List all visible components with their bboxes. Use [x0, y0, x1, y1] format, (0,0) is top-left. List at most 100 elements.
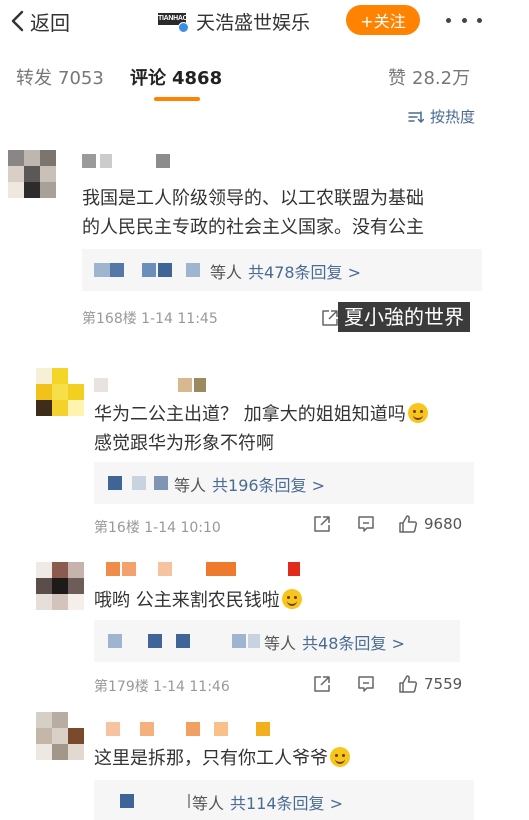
- follow-button[interactable]: +关注: [346, 5, 420, 35]
- username-masked[interactable]: [106, 722, 276, 736]
- comment-meta: 第179楼 1-14 11:46: [94, 679, 230, 695]
- share-icon: [314, 676, 330, 692]
- comment-text-span: 这里是拆那，只有你工人爷爷: [94, 748, 328, 769]
- like-icon: [399, 515, 418, 533]
- avatar[interactable]: [8, 150, 56, 198]
- like-button[interactable]: 9680: [398, 514, 462, 534]
- comment-text-span: 哦哟 公主来割农民钱啦: [94, 590, 280, 611]
- avatar[interactable]: [36, 562, 84, 610]
- tab-comment-count: 4868: [172, 68, 223, 89]
- reply-avatar-masked: [186, 263, 200, 277]
- reply-prefix: 等人: [174, 476, 207, 495]
- reply-preview[interactable]: 等人 共48条回复 >: [94, 620, 460, 662]
- like-button[interactable]: 7559: [398, 674, 462, 694]
- like-icon: [399, 675, 418, 693]
- watermark: 夏小強的世界: [338, 302, 470, 332]
- verified-badge-icon: [178, 22, 189, 33]
- reply-avatar-masked: [108, 634, 122, 648]
- tab-repost-label: 转发: [16, 68, 52, 89]
- reply-avatar-masked: [148, 634, 162, 648]
- reply-preview[interactable]: 等人 共478条回复 >: [82, 249, 482, 291]
- tab-comments[interactable]: 评论 4868: [130, 64, 222, 90]
- tab-like-label: 赞: [388, 68, 406, 89]
- reply-avatar-masked: [142, 263, 156, 277]
- comment-text-line: 华为二公主出道？ 加拿大的姐姐知道吗: [94, 400, 504, 429]
- avatar[interactable]: [36, 712, 84, 760]
- reply-avatar-masked: [110, 263, 124, 277]
- reply-avatar-masked: [94, 263, 110, 277]
- sort-label: 按热度: [430, 108, 476, 126]
- reply-count-link[interactable]: 共478条回复 >: [248, 263, 361, 282]
- reply-count-link[interactable]: 共48条回复 >: [302, 634, 405, 653]
- comment-text-line: 的人民民主专政的社会主义国家。没有公主: [82, 217, 424, 238]
- tab-like-count: 28.2万: [412, 68, 471, 89]
- active-tab-indicator: [154, 97, 200, 101]
- comment-icon: [358, 676, 374, 692]
- tab-bar: 转发 7053 评论 4868 赞 28.2万: [0, 44, 529, 110]
- sort-toggle[interactable]: 按热度: [408, 106, 475, 127]
- top-bar: 返回 TIANHAO 天浩盛世娱乐 +关注: [0, 0, 529, 44]
- comment-text-line: 感觉跟华为形象不符啊: [94, 433, 274, 454]
- comment-text: 哦哟 公主来割农民钱啦: [94, 586, 504, 615]
- back-button[interactable]: 返回: [10, 6, 70, 36]
- reply-prefix: 等人: [210, 263, 243, 282]
- share-button[interactable]: [312, 514, 332, 534]
- like-count: 7559: [424, 675, 463, 693]
- tab-likes[interactable]: 赞 28.2万: [388, 64, 470, 90]
- comment-text-span: 华为二公主出道？ 加拿大的姐姐知道吗: [94, 404, 406, 425]
- comment-actions: 7559: [312, 674, 482, 698]
- reply-summary: 等人 共114条回复 >: [192, 790, 343, 814]
- comment-text-line: 这里是拆那，只有你工人爷爷: [94, 744, 504, 773]
- reply-preview[interactable]: 等人 共196条回复 >: [94, 462, 474, 504]
- sort-icon: [408, 110, 424, 123]
- reply-avatar-masked: [158, 263, 172, 277]
- comment-text-line: 哦哟 公主来割农民钱啦: [94, 586, 504, 615]
- username-masked[interactable]: [106, 562, 306, 576]
- account-logo: TIANHAO: [158, 11, 189, 33]
- comment-actions: 9680: [312, 514, 482, 538]
- reply-avatar-masked: [132, 476, 146, 490]
- comment-meta: 第168楼 1-14 11:45: [82, 311, 218, 327]
- emoji-icon: [407, 403, 428, 423]
- avatar[interactable]: [36, 368, 84, 416]
- reply-avatar-masked: [154, 476, 168, 490]
- reply-avatar-masked: [232, 634, 246, 648]
- tab-repost-count: 7053: [58, 68, 104, 89]
- reply-summary: 等人 共48条回复 >: [264, 630, 405, 654]
- emoji-icon: [281, 589, 302, 609]
- share-icon: [322, 310, 338, 326]
- username-masked[interactable]: [94, 378, 224, 392]
- reply-avatar-masked: [248, 634, 260, 648]
- share-button[interactable]: [320, 308, 340, 328]
- reply-avatar-masked: [120, 794, 134, 808]
- comment-text: 华为二公主出道？ 加拿大的姐姐知道吗 感觉跟华为形象不符啊: [94, 400, 504, 458]
- emoji-icon: [330, 747, 350, 767]
- chevron-left-icon: [11, 10, 24, 32]
- tab-reposts[interactable]: 转发 7053: [16, 64, 104, 90]
- reply-avatar-masked: [188, 794, 190, 808]
- reply-count-link[interactable]: 共196条回复 >: [212, 476, 325, 495]
- reply-avatar-masked: [108, 476, 122, 490]
- comment-meta: 第16楼 1-14 10:10: [94, 520, 221, 536]
- reply-summary: 等人 共196条回复 >: [174, 472, 325, 496]
- account-header[interactable]: TIANHAO 天浩盛世娱乐: [158, 6, 310, 36]
- reply-prefix: 等人: [192, 794, 225, 813]
- comment-button[interactable]: [356, 514, 376, 534]
- comment-text: 我国是工人阶级领导的、以工农联盟为基础 的人民民主专政的社会主义国家。没有公主: [82, 184, 512, 242]
- comment-text-line: 我国是工人阶级领导的、以工农联盟为基础: [82, 188, 424, 209]
- comment-icon: [358, 516, 374, 532]
- reply-preview[interactable]: 等人 共114条回复 >: [94, 780, 474, 820]
- comment-button[interactable]: [356, 674, 376, 694]
- reply-avatar-masked: [176, 634, 190, 648]
- reply-count-link[interactable]: 共114条回复 >: [230, 794, 343, 813]
- comment-text: 这里是拆那，只有你工人爷爷: [94, 744, 504, 773]
- share-icon: [314, 516, 330, 532]
- more-dots-icon[interactable]: [446, 8, 482, 32]
- reply-prefix: 等人: [264, 634, 297, 653]
- account-name: 天浩盛世娱乐: [196, 11, 311, 34]
- like-count: 9680: [424, 515, 463, 533]
- tab-comment-label: 评论: [130, 68, 166, 89]
- username-masked[interactable]: [82, 154, 182, 168]
- share-button[interactable]: [312, 674, 332, 694]
- back-label: 返回: [30, 10, 70, 35]
